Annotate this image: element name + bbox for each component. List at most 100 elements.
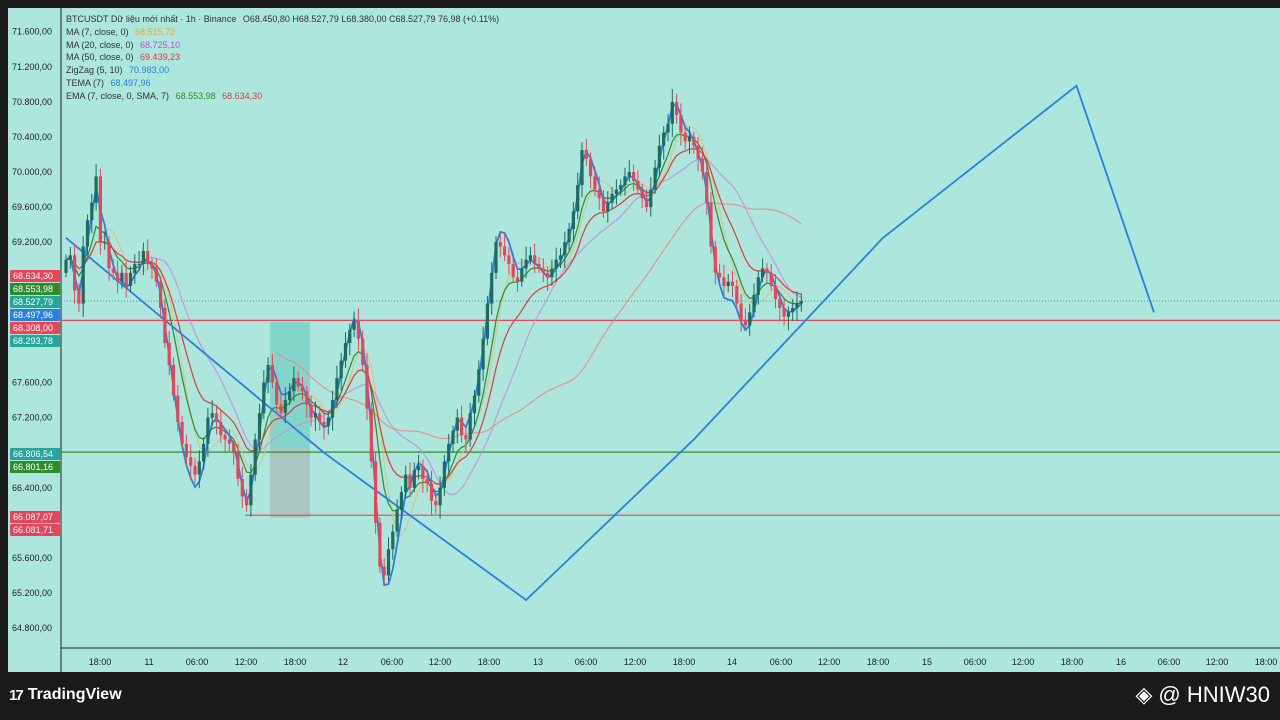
time-tick-label: 06:00 — [186, 657, 209, 667]
time-tick-label: 12:00 — [624, 657, 647, 667]
legend-symbol-row: BTCUSDT Dữ liệu mới nhất · 1h · Binance … — [66, 13, 499, 26]
candle-body — [619, 185, 623, 190]
candle-body — [189, 457, 193, 466]
candle-body — [584, 150, 588, 159]
candle-body — [197, 461, 201, 475]
time-tick-label: 12:00 — [818, 657, 841, 667]
time-tick-label: 06:00 — [575, 657, 598, 667]
price-tick-label: 67.600,00 — [12, 378, 52, 388]
chart-frame[interactable]: 71.600,00 71.200,00 70.800,00 70.400,00 70.0… — [8, 8, 1280, 672]
candle-body — [343, 343, 348, 361]
time-tick-label: 15 — [922, 657, 932, 667]
candle-body — [550, 268, 554, 278]
candle-body — [640, 189, 644, 199]
candle-body — [322, 421, 326, 427]
tradingview-brand: TradingView — [27, 686, 122, 703]
time-tick-label: 12:00 — [1012, 657, 1035, 667]
candle-body — [85, 220, 90, 247]
candle-body — [395, 509, 399, 532]
candle-body — [326, 417, 330, 427]
candle-body — [107, 242, 111, 269]
candle-body — [460, 417, 464, 436]
candle-body — [94, 176, 98, 203]
candle-body — [210, 413, 214, 418]
candle-body — [773, 286, 778, 300]
candle-body — [709, 202, 713, 247]
candle-body — [743, 321, 747, 326]
time-tick-label: 16 — [1116, 657, 1126, 667]
candle-body — [206, 417, 210, 444]
candle-body — [675, 101, 679, 115]
candle-body — [447, 443, 451, 462]
candle-body — [141, 250, 145, 265]
candle-body — [128, 272, 133, 287]
candle-body — [163, 307, 167, 344]
legend-label: MA (20, close, 0) — [66, 39, 134, 50]
candle-body — [442, 461, 446, 488]
tradingview-logo[interactable]: 17 TradingView — [9, 686, 122, 704]
candle-body — [718, 272, 722, 278]
candle-body — [404, 474, 408, 493]
candle-body — [571, 211, 575, 230]
price-label-text: 66.801,16 — [13, 462, 53, 472]
candle-body — [361, 338, 365, 365]
candle-body — [111, 268, 115, 273]
candle-body — [533, 255, 537, 265]
candle-body — [786, 312, 790, 317]
time-tick-label: 13 — [533, 657, 543, 667]
candle-body — [511, 264, 515, 278]
candle-body — [249, 474, 253, 506]
legend-row-ma20[interactable]: MA (20, close, 0) 68.725,10 — [66, 39, 499, 52]
candle-body — [700, 158, 704, 172]
indicator-line-4 — [65, 133, 802, 512]
watermark-text: @ HNIW30 — [1158, 682, 1270, 707]
legend-row-tema[interactable]: TEMA (7) 68.497,96 — [66, 77, 499, 90]
candle-body — [309, 404, 313, 418]
time-tick-label: 06:00 — [964, 657, 987, 667]
time-tick-label: 12:00 — [235, 657, 258, 667]
candle-body — [782, 307, 786, 317]
time-tick-label: 14 — [727, 657, 737, 667]
chart-canvas[interactable]: 71.600,00 71.200,00 70.800,00 70.400,00 70.0… — [8, 8, 1280, 672]
price-tick-label: 70.000,00 — [12, 167, 52, 177]
candle-body — [679, 114, 683, 133]
legend-label: TEMA (7) — [66, 77, 105, 88]
time-tick-label: 18:00 — [867, 657, 890, 667]
price-tick-label: 70.400,00 — [12, 132, 52, 142]
candle-body — [610, 193, 614, 203]
candle-body — [528, 255, 532, 260]
candle-body — [305, 391, 309, 405]
legend-row-ma7[interactable]: MA (7, close, 0) 68.515,72 — [66, 26, 499, 39]
candle-body — [193, 465, 197, 475]
legend-row-ema[interactable]: EMA (7, close, 0, SMA, 7) 68.553,98 68.6… — [66, 90, 499, 103]
candle-body — [722, 277, 726, 287]
candle-body — [537, 264, 541, 269]
legend-row-zigzag[interactable]: ZigZag (5, 10) 70.983,00 — [66, 64, 499, 77]
time-tick-label: 18:00 — [284, 657, 307, 667]
price-tick-label: 71.600,00 — [12, 27, 52, 37]
legend-row-ma50[interactable]: MA (50, close, 0) 69.439,23 — [66, 51, 499, 64]
candle-body — [558, 255, 563, 260]
candle-body — [257, 413, 262, 440]
candle-body — [735, 286, 739, 304]
price-label-text: 68.293,78 — [13, 336, 53, 346]
candle-body — [795, 303, 799, 308]
candle-body — [520, 268, 524, 282]
price-tick-label: 65.200,00 — [12, 588, 52, 598]
candle-body — [472, 395, 477, 414]
candle-body — [369, 408, 373, 462]
candle-body — [331, 400, 335, 418]
price-label-text: 66.081,71 — [13, 525, 53, 535]
time-tick-label: 18:00 — [478, 657, 501, 667]
candle-body — [146, 250, 150, 265]
price-label-text: 66.087,07 — [13, 512, 53, 522]
candle-body — [687, 136, 692, 142]
legend-ohlc: O68.450,80 H68.527,79 L68.380,00 C68.527… — [242, 14, 500, 24]
candle-body — [649, 189, 653, 208]
candle-body — [232, 443, 236, 453]
candle-body — [666, 123, 670, 133]
legend-label: ZigZag (5, 10) — [66, 65, 123, 76]
candle-body — [546, 272, 550, 278]
candle-body — [180, 421, 184, 444]
candle-body — [279, 404, 283, 414]
